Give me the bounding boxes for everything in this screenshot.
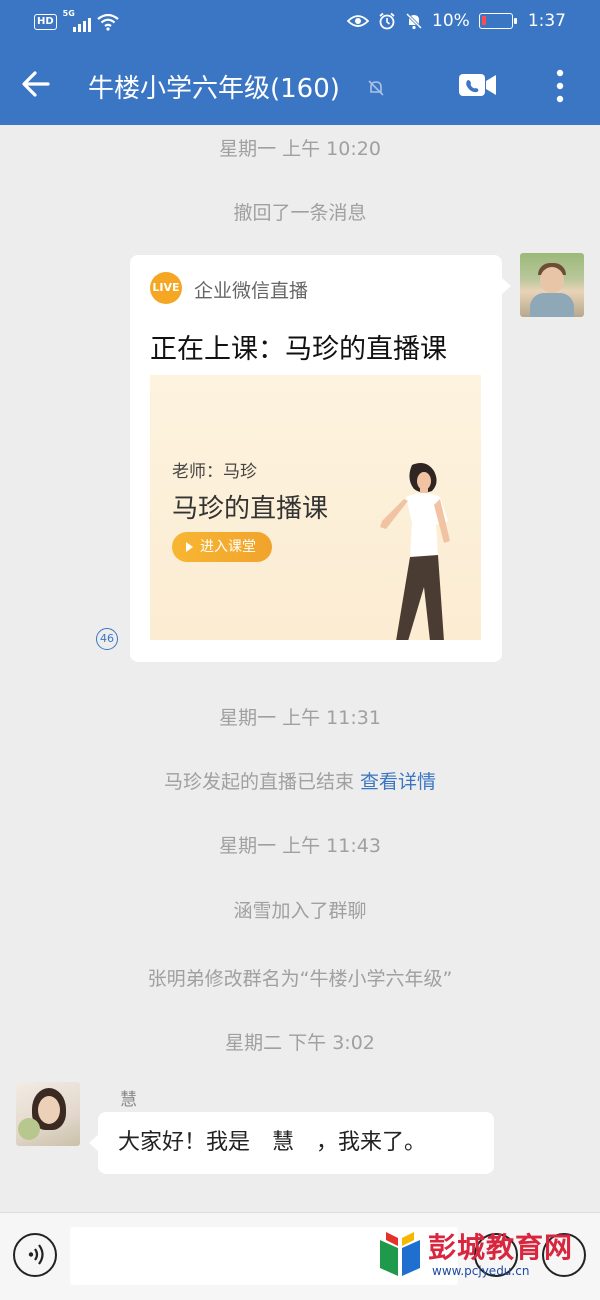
course-name: 马珍的直播课: [172, 494, 329, 524]
avatar[interactable]: [520, 253, 584, 317]
member-joined-notice: 涵雪加入了群聊: [233, 900, 367, 922]
timestamp: 星期一 上午 10:20: [219, 138, 381, 160]
message-bubble[interactable]: 大家好！我是 慧 ，我来了。: [89, 1112, 494, 1174]
teacher-illustration: [380, 463, 450, 640]
sender-name: 慧: [120, 1090, 137, 1110]
top-bar: HD 5G 10% 1:37 牛楼小学六年级(160): [0, 0, 600, 125]
read-count-badge[interactable]: 46: [96, 628, 118, 650]
notification-off-icon: [405, 12, 423, 30]
more-icon[interactable]: [550, 66, 570, 106]
view-details-link[interactable]: 查看详情: [360, 771, 436, 793]
back-arrow-icon[interactable]: [18, 66, 54, 102]
status-bar: HD 5G 10% 1:37: [0, 0, 600, 46]
watermark: 彭城教育网 www.pcjyedu.cn: [376, 1222, 584, 1288]
app-bar: 牛楼小学六年级(160): [0, 46, 600, 125]
play-icon: [186, 542, 193, 552]
timestamp: 星期一 上午 11:31: [219, 707, 381, 729]
video-call-icon[interactable]: [458, 68, 498, 102]
mute-icon: [368, 80, 384, 96]
live-badge: LIVE: [150, 272, 182, 304]
wifi-icon: [96, 13, 119, 31]
watermark-url: www.pcjyedu.cn: [432, 1264, 530, 1278]
eye-icon: [347, 15, 370, 27]
chat-title: 牛楼小学六年级(160): [88, 74, 340, 104]
alarm-icon: [379, 12, 395, 30]
avatar[interactable]: [16, 1082, 80, 1146]
timestamp: 星期二 下午 3:02: [225, 1032, 375, 1054]
enter-classroom-label: 进入课堂: [200, 539, 256, 555]
live-source: 企业微信直播: [194, 280, 309, 302]
card-title: 正在上课：马珍的直播课: [150, 334, 447, 365]
book-logo-icon: [380, 1232, 420, 1276]
clock: 1:37: [527, 11, 566, 31]
live-ended-notice: 马珍发起的直播已结束 查看详情: [0, 767, 600, 794]
live-ended-text: 马珍发起的直播已结束: [163, 771, 354, 793]
battery-icon: [478, 13, 517, 29]
watermark-name: 彭城教育网: [428, 1231, 574, 1264]
voice-icon[interactable]: [13, 1233, 57, 1277]
live-banner[interactable]: 老师：马珍 马珍的直播课 进入课堂: [150, 375, 481, 640]
group-renamed-notice: 张明弟修改群名为“牛楼小学六年级”: [147, 968, 453, 990]
signal-icon: 5G: [62, 9, 91, 32]
network-type: 5G: [62, 9, 75, 18]
battery-percent: 10%: [432, 11, 470, 31]
live-stream-card[interactable]: LIVE 企业微信直播 正在上课：马珍的直播课 老师：马珍 马珍的直播课 进入课…: [130, 255, 511, 662]
timestamp: 星期一 上午 11:43: [219, 835, 381, 857]
recall-notice: 撤回了一条消息: [233, 202, 367, 224]
enter-classroom-button[interactable]: 进入课堂: [172, 532, 272, 562]
hd-icon: HD: [34, 14, 57, 30]
teacher-label: 老师：马珍: [172, 462, 257, 482]
